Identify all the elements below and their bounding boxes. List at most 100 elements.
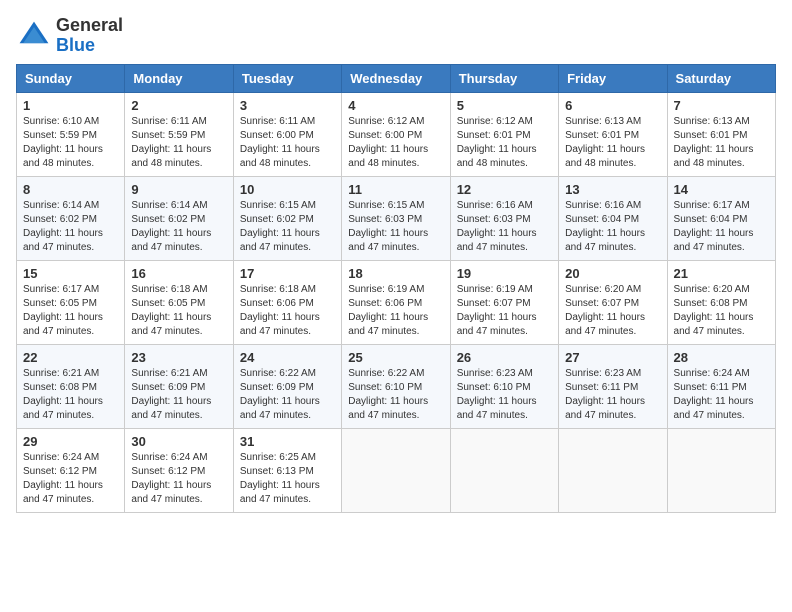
calendar-cell: 13 Sunrise: 6:16 AMSunset: 6:04 PMDayligh… xyxy=(559,176,667,260)
day-number: 18 xyxy=(348,266,443,281)
calendar-week-4: 22 Sunrise: 6:21 AMSunset: 6:08 PMDayligh… xyxy=(17,344,776,428)
day-number: 29 xyxy=(23,434,118,449)
logo: General Blue xyxy=(16,16,123,56)
logo-icon xyxy=(16,18,52,54)
calendar-cell xyxy=(450,428,558,512)
calendar-cell: 9 Sunrise: 6:14 AMSunset: 6:02 PMDaylight… xyxy=(125,176,233,260)
logo-text: General Blue xyxy=(56,16,123,56)
calendar-cell: 21 Sunrise: 6:20 AMSunset: 6:08 PMDayligh… xyxy=(667,260,775,344)
day-info: Sunrise: 6:17 AMSunset: 6:04 PMDaylight:… xyxy=(674,199,769,255)
calendar-cell: 25 Sunrise: 6:22 AMSunset: 6:10 PMDayligh… xyxy=(342,344,450,428)
calendar-cell: 28 Sunrise: 6:24 AMSunset: 6:11 PMDayligh… xyxy=(667,344,775,428)
calendar-cell: 29 Sunrise: 6:24 AMSunset: 6:12 PMDayligh… xyxy=(17,428,125,512)
weekday-header-monday: Monday xyxy=(125,64,233,92)
day-number: 23 xyxy=(131,350,226,365)
day-number: 28 xyxy=(674,350,769,365)
weekday-header-wednesday: Wednesday xyxy=(342,64,450,92)
calendar-cell: 15Sunrise: 6:17 AMSunset: 6:05 PMDayligh… xyxy=(17,260,125,344)
day-info: Sunrise: 6:15 AMSunset: 6:03 PMDaylight:… xyxy=(348,199,443,255)
calendar-cell: 16Sunrise: 6:18 AMSunset: 6:05 PMDayligh… xyxy=(125,260,233,344)
calendar-cell: 11 Sunrise: 6:15 AMSunset: 6:03 PMDayligh… xyxy=(342,176,450,260)
calendar-cell: 26Sunrise: 6:23 AMSunset: 6:10 PMDayligh… xyxy=(450,344,558,428)
day-info: Sunrise: 6:12 AMSunset: 6:01 PMDaylight:… xyxy=(457,115,552,171)
day-info: Sunrise: 6:20 AMSunset: 6:08 PMDaylight:… xyxy=(674,283,769,339)
calendar-cell: 23 Sunrise: 6:21 AMSunset: 6:09 PMDayligh… xyxy=(125,344,233,428)
day-number: 9 xyxy=(131,182,226,197)
calendar-cell: 10Sunrise: 6:15 AMSunset: 6:02 PMDayligh… xyxy=(233,176,341,260)
day-info: Sunrise: 6:22 AMSunset: 6:09 PMDaylight:… xyxy=(240,367,335,423)
day-number: 24 xyxy=(240,350,335,365)
day-number: 31 xyxy=(240,434,335,449)
day-number: 6 xyxy=(565,98,660,113)
calendar-cell: 27 Sunrise: 6:23 AMSunset: 6:11 PMDayligh… xyxy=(559,344,667,428)
day-info: Sunrise: 6:21 AMSunset: 6:09 PMDaylight:… xyxy=(131,367,226,423)
calendar-cell: 2 Sunrise: 6:11 AMSunset: 5:59 PMDaylight… xyxy=(125,92,233,176)
day-number: 27 xyxy=(565,350,660,365)
day-info: Sunrise: 6:24 AMSunset: 6:12 PMDaylight:… xyxy=(23,451,118,507)
calendar-cell: 19 Sunrise: 6:19 AMSunset: 6:07 PMDayligh… xyxy=(450,260,558,344)
day-number: 8 xyxy=(23,182,118,197)
calendar-cell: 30Sunrise: 6:24 AMSunset: 6:12 PMDayligh… xyxy=(125,428,233,512)
day-number: 11 xyxy=(348,182,443,197)
day-info: Sunrise: 6:19 AMSunset: 6:07 PMDaylight:… xyxy=(457,283,552,339)
calendar-cell: 18 Sunrise: 6:19 AMSunset: 6:06 PMDayligh… xyxy=(342,260,450,344)
calendar-cell xyxy=(667,428,775,512)
day-info: Sunrise: 6:18 AMSunset: 6:05 PMDaylight:… xyxy=(131,283,226,339)
calendar-cell xyxy=(559,428,667,512)
day-info: Sunrise: 6:14 AMSunset: 6:02 PMDaylight:… xyxy=(131,199,226,255)
day-info: Sunrise: 6:14 AMSunset: 6:02 PMDaylight:… xyxy=(23,199,118,255)
weekday-header-sunday: Sunday xyxy=(17,64,125,92)
calendar-cell: 1 Sunrise: 6:10 AMSunset: 5:59 PMDaylight… xyxy=(17,92,125,176)
day-number: 22 xyxy=(23,350,118,365)
day-info: Sunrise: 6:16 AMSunset: 6:03 PMDaylight:… xyxy=(457,199,552,255)
day-info: Sunrise: 6:15 AMSunset: 6:02 PMDaylight:… xyxy=(240,199,335,255)
calendar-cell xyxy=(342,428,450,512)
day-info: Sunrise: 6:16 AMSunset: 6:04 PMDaylight:… xyxy=(565,199,660,255)
day-info: Sunrise: 6:12 AMSunset: 6:00 PMDaylight:… xyxy=(348,115,443,171)
day-number: 13 xyxy=(565,182,660,197)
day-info: Sunrise: 6:24 AMSunset: 6:11 PMDaylight:… xyxy=(674,367,769,423)
day-info: Sunrise: 6:20 AMSunset: 6:07 PMDaylight:… xyxy=(565,283,660,339)
day-number: 30 xyxy=(131,434,226,449)
day-info: Sunrise: 6:19 AMSunset: 6:06 PMDaylight:… xyxy=(348,283,443,339)
day-info: Sunrise: 6:11 AMSunset: 5:59 PMDaylight:… xyxy=(131,115,226,171)
day-number: 15 xyxy=(23,266,118,281)
calendar-cell: 24 Sunrise: 6:22 AMSunset: 6:09 PMDayligh… xyxy=(233,344,341,428)
day-info: Sunrise: 6:23 AMSunset: 6:10 PMDaylight:… xyxy=(457,367,552,423)
calendar-cell: 22 Sunrise: 6:21 AMSunset: 6:08 PMDayligh… xyxy=(17,344,125,428)
calendar-week-2: 8 Sunrise: 6:14 AMSunset: 6:02 PMDaylight… xyxy=(17,176,776,260)
day-number: 4 xyxy=(348,98,443,113)
weekday-header-tuesday: Tuesday xyxy=(233,64,341,92)
calendar-cell: 7Sunrise: 6:13 AMSunset: 6:01 PMDaylight… xyxy=(667,92,775,176)
calendar-cell: 17Sunrise: 6:18 AMSunset: 6:06 PMDayligh… xyxy=(233,260,341,344)
calendar-week-1: 1 Sunrise: 6:10 AMSunset: 5:59 PMDaylight… xyxy=(17,92,776,176)
day-info: Sunrise: 6:10 AMSunset: 5:59 PMDaylight:… xyxy=(23,115,118,171)
day-number: 25 xyxy=(348,350,443,365)
day-number: 20 xyxy=(565,266,660,281)
day-number: 21 xyxy=(674,266,769,281)
day-number: 14 xyxy=(674,182,769,197)
day-number: 1 xyxy=(23,98,118,113)
page-header: General Blue xyxy=(16,16,776,56)
day-number: 19 xyxy=(457,266,552,281)
day-info: Sunrise: 6:11 AMSunset: 6:00 PMDaylight:… xyxy=(240,115,335,171)
calendar-cell: 14 Sunrise: 6:17 AMSunset: 6:04 PMDayligh… xyxy=(667,176,775,260)
day-number: 2 xyxy=(131,98,226,113)
weekday-header-row: SundayMondayTuesdayWednesdayThursdayFrid… xyxy=(17,64,776,92)
calendar-week-3: 15Sunrise: 6:17 AMSunset: 6:05 PMDayligh… xyxy=(17,260,776,344)
day-number: 3 xyxy=(240,98,335,113)
calendar-cell: 31 Sunrise: 6:25 AMSunset: 6:13 PMDayligh… xyxy=(233,428,341,512)
logo-general-text: General xyxy=(56,15,123,35)
day-info: Sunrise: 6:22 AMSunset: 6:10 PMDaylight:… xyxy=(348,367,443,423)
day-number: 17 xyxy=(240,266,335,281)
calendar-cell: 20 Sunrise: 6:20 AMSunset: 6:07 PMDayligh… xyxy=(559,260,667,344)
calendar-week-5: 29 Sunrise: 6:24 AMSunset: 6:12 PMDayligh… xyxy=(17,428,776,512)
calendar-cell: 12Sunrise: 6:16 AMSunset: 6:03 PMDayligh… xyxy=(450,176,558,260)
day-info: Sunrise: 6:23 AMSunset: 6:11 PMDaylight:… xyxy=(565,367,660,423)
day-info: Sunrise: 6:25 AMSunset: 6:13 PMDaylight:… xyxy=(240,451,335,507)
calendar-cell: 5 Sunrise: 6:12 AMSunset: 6:01 PMDaylight… xyxy=(450,92,558,176)
day-number: 5 xyxy=(457,98,552,113)
day-info: Sunrise: 6:21 AMSunset: 6:08 PMDaylight:… xyxy=(23,367,118,423)
logo-blue-text: Blue xyxy=(56,35,95,55)
calendar-cell: 8 Sunrise: 6:14 AMSunset: 6:02 PMDaylight… xyxy=(17,176,125,260)
